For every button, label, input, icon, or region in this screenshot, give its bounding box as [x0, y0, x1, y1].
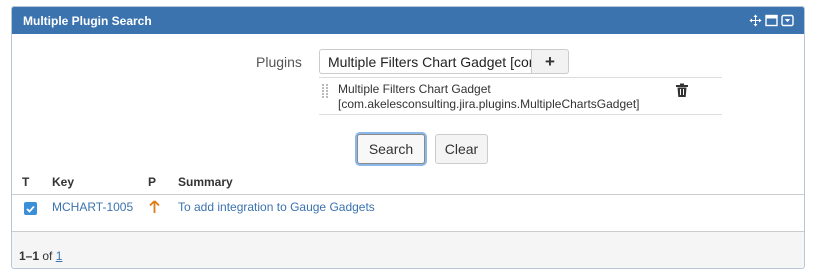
table-footer: 1–1 of 1 — [12, 231, 804, 268]
arrow-up-icon — [149, 200, 160, 214]
column-header-type[interactable]: T — [22, 175, 29, 189]
selected-plugin-name: Multiple Filters Chart Gadget — [338, 82, 491, 96]
drag-handle-icon[interactable] — [322, 84, 330, 98]
pagination-total-link[interactable]: 1 — [56, 249, 63, 263]
gadget-title-icons — [749, 14, 794, 27]
maximize-icon[interactable] — [765, 14, 778, 27]
column-header-priority[interactable]: P — [148, 175, 156, 189]
clear-button[interactable]: Clear — [435, 134, 488, 164]
issue-summary-link[interactable]: To add integration to Gauge Gadgets — [178, 200, 375, 214]
selected-plugin-text: Multiple Filters Chart Gadget [com.akele… — [338, 82, 639, 112]
table-row: MCHART-1005 To add integration to Gauge … — [12, 195, 804, 221]
column-header-key[interactable]: Key — [52, 175, 74, 189]
pagination-of-label: of — [42, 249, 53, 263]
issue-key-link[interactable]: MCHART-1005 — [52, 200, 133, 214]
plugin-input[interactable]: Multiple Filters Chart Gadget [com.akele… — [319, 49, 531, 74]
gadget-panel: Multiple Plugin Search Plugins Multiple … — [11, 6, 805, 269]
plugins-label: Plugins — [256, 54, 302, 70]
pagination-range: 1–1 — [19, 249, 40, 263]
issue-type-checkbox-icon[interactable] — [24, 202, 37, 215]
trash-icon[interactable] — [675, 83, 689, 98]
gadget-title: Multiple Plugin Search — [23, 13, 152, 28]
menu-dropdown-icon[interactable] — [781, 14, 794, 27]
pagination: 1–1 of 1 — [19, 249, 62, 263]
selected-plugin-key: [com.akelesconsulting.jira.plugins.Multi… — [338, 97, 640, 111]
gadget-content: Plugins Multiple Filters Chart Gadget [c… — [12, 34, 804, 268]
add-plugin-button[interactable]: + — [531, 49, 569, 74]
search-button[interactable]: Search — [357, 134, 425, 164]
selected-plugin-item: Multiple Filters Chart Gadget [com.akele… — [319, 77, 722, 115]
move-icon[interactable] — [749, 14, 762, 27]
column-header-summary[interactable]: Summary — [178, 175, 233, 189]
gadget-titlebar: Multiple Plugin Search — [12, 7, 804, 34]
